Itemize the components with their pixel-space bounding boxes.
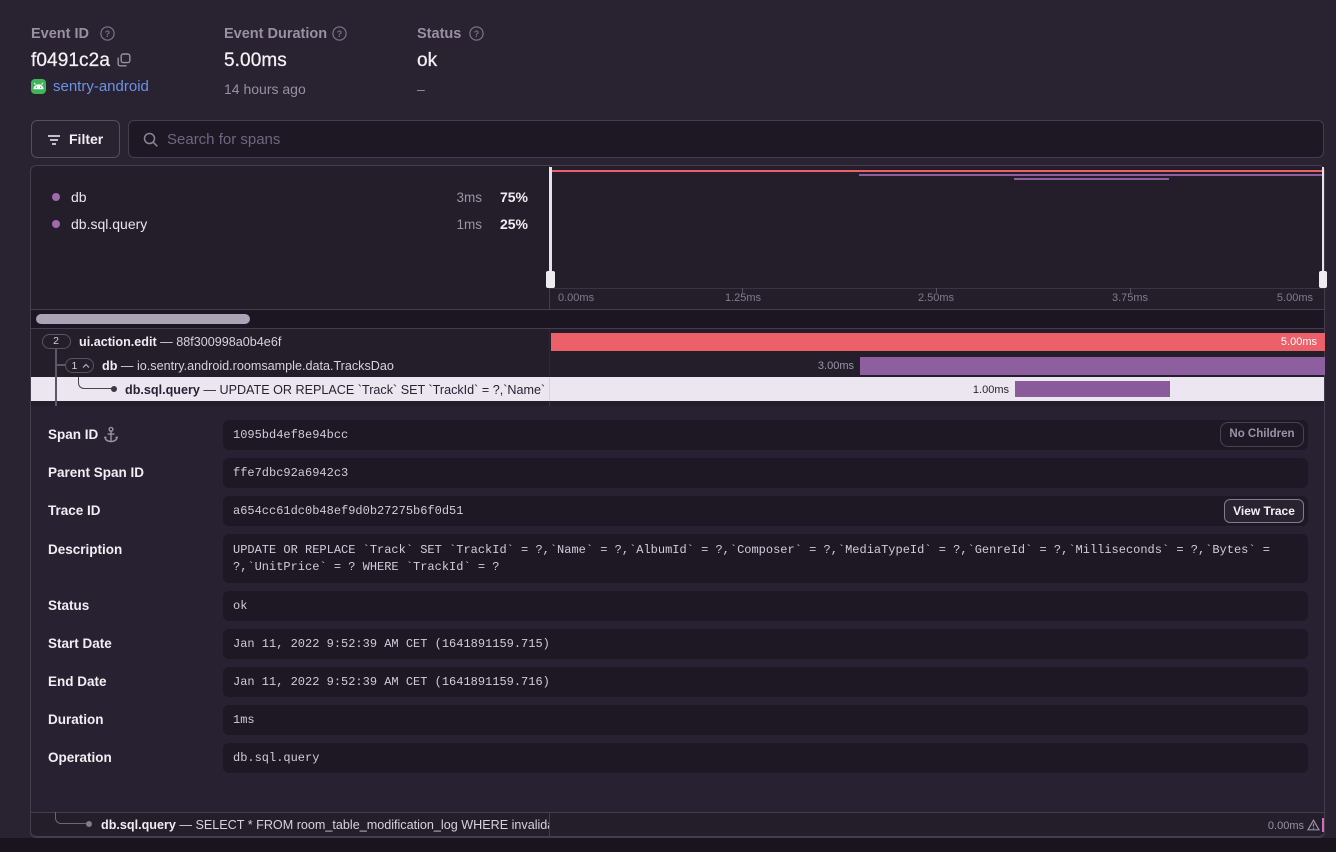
svg-text:?: ? <box>337 29 343 39</box>
svg-text:?: ? <box>474 29 480 39</box>
svg-text:?: ? <box>105 29 111 39</box>
